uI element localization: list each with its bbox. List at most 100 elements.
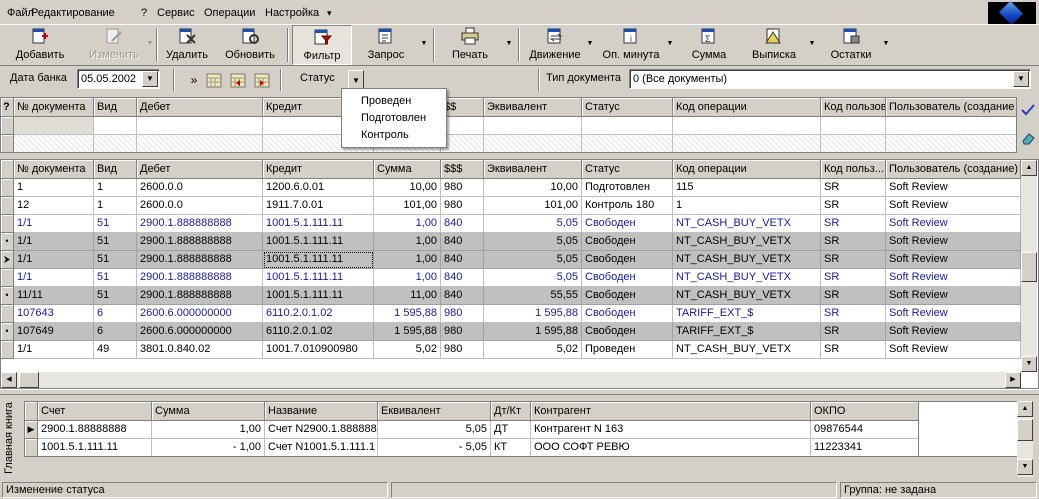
movement-button[interactable]: Движение xyxy=(524,25,586,65)
table-cell[interactable]: Свободен xyxy=(582,323,673,341)
table-cell[interactable]: 6 xyxy=(94,305,137,323)
table-cell[interactable]: Soft Review xyxy=(886,287,1021,305)
table-cell[interactable]: 1/1 xyxy=(14,341,94,359)
table-cell[interactable]: 1,00 xyxy=(374,269,441,287)
menu-file[interactable]: Файл xyxy=(7,6,34,20)
table-cell[interactable]: 980 xyxy=(441,197,484,215)
filter-cell[interactable] xyxy=(673,117,821,135)
table-cell[interactable]: NT_CASH_BUY_VETX xyxy=(673,251,821,269)
table-cell[interactable]: 2900.1.888888888 xyxy=(137,233,263,251)
row-indicator[interactable] xyxy=(1,305,14,323)
table-cell[interactable]: Soft Review xyxy=(886,179,1021,197)
menu-overflow-arrow[interactable]: ▾ xyxy=(327,6,332,20)
filter-grid-header[interactable]: № документа xyxy=(14,98,94,117)
doc-type-combo[interactable]: 0 (Все документы) ▼ xyxy=(629,69,1031,89)
hscroll-thumb[interactable] xyxy=(19,372,39,388)
ledger-cell[interactable]: 09876544 xyxy=(811,421,918,439)
table-cell[interactable]: NT_CASH_BUY_VETX xyxy=(673,341,821,359)
menu-help[interactable]: ? xyxy=(141,6,147,20)
table-cell[interactable]: Проведен xyxy=(582,341,673,359)
table-cell[interactable]: 55,55 xyxy=(484,287,582,305)
balances-button[interactable]: Остатки xyxy=(820,25,882,65)
print-button[interactable]: Печать xyxy=(440,25,500,65)
filter-cell[interactable] xyxy=(94,135,137,152)
table-cell[interactable]: 10,00 xyxy=(374,179,441,197)
ledger-grid-header[interactable]: Название xyxy=(265,402,378,421)
table-cell[interactable]: 1001.5.1.111.11 xyxy=(263,233,374,251)
menu-settings[interactable]: Настройка xyxy=(265,6,319,20)
ledger-vertical-scrollbar[interactable]: ▲ ▼ xyxy=(1017,401,1033,477)
table-cell[interactable]: 5,02 xyxy=(484,341,582,359)
menu-operations[interactable]: Операции xyxy=(204,6,255,20)
table-cell[interactable]: 1/1 xyxy=(14,215,94,233)
ledger-scroll-thumb[interactable] xyxy=(1017,419,1033,441)
table-cell[interactable]: NT_CASH_BUY_VETX xyxy=(673,269,821,287)
table-cell[interactable]: 2600.6.000000000 xyxy=(137,323,263,341)
documents-grid-header[interactable]: Кредит xyxy=(263,160,374,179)
filter-cell[interactable] xyxy=(137,117,263,135)
table-cell[interactable]: Soft Review xyxy=(886,269,1021,287)
calendar-next-icon[interactable] xyxy=(252,70,272,90)
filter-cell[interactable] xyxy=(441,135,484,152)
add-button[interactable]: Добавить xyxy=(8,25,72,65)
query-button[interactable]: Запрос xyxy=(356,25,416,65)
table-cell[interactable]: 840 xyxy=(441,287,484,305)
calendar-prev-icon[interactable] xyxy=(228,70,248,90)
table-cell[interactable]: SR xyxy=(821,179,886,197)
table-cell[interactable]: 1 595,88 xyxy=(484,305,582,323)
filter-cell[interactable] xyxy=(137,135,263,152)
filter-cell[interactable] xyxy=(582,135,673,152)
table-cell[interactable]: SR xyxy=(821,305,886,323)
table-cell[interactable]: 1 xyxy=(94,197,137,215)
table-cell[interactable]: 101,00 xyxy=(484,197,582,215)
row-indicator[interactable] xyxy=(1,197,14,215)
table-cell[interactable]: SR xyxy=(821,233,886,251)
print-dropdown-arrow[interactable]: ▼ xyxy=(505,39,513,49)
filter-cell[interactable] xyxy=(484,135,582,152)
table-cell[interactable]: 1001.5.1.111.11 xyxy=(263,269,374,287)
ledger-grid-header[interactable]: ОКПО xyxy=(811,402,918,421)
table-cell[interactable]: 51 xyxy=(94,269,137,287)
table-cell[interactable]: 1200.6.0.01 xyxy=(263,179,374,197)
ledger-grid-header[interactable]: Еквивалент xyxy=(378,402,491,421)
row-indicator[interactable]: • xyxy=(1,323,14,341)
table-cell[interactable]: 51 xyxy=(94,215,137,233)
expand-down-icon[interactable]: » xyxy=(184,71,204,91)
filter-grid-header[interactable]: Дебет xyxy=(137,98,263,117)
ledger-cell[interactable]: 1,00 xyxy=(152,421,265,439)
ledger-tab[interactable]: Главная книга xyxy=(0,398,18,478)
scroll-thumb[interactable] xyxy=(1021,252,1037,282)
table-cell[interactable]: 107649 xyxy=(14,323,94,341)
filter-cell[interactable] xyxy=(14,135,94,152)
table-cell[interactable]: 980 xyxy=(441,179,484,197)
ledger-row-indicator[interactable]: ▶ xyxy=(25,421,38,439)
table-cell[interactable]: 1911.7.0.01 xyxy=(263,197,374,215)
row-indicator[interactable] xyxy=(1,179,14,197)
table-cell[interactable]: 2900.1.888888888 xyxy=(137,251,263,269)
scroll-down-icon[interactable]: ▼ xyxy=(1021,356,1037,372)
table-cell[interactable]: 1 595,88 xyxy=(484,323,582,341)
table-cell[interactable]: 5,05 xyxy=(484,215,582,233)
table-cell[interactable]: SR xyxy=(821,251,886,269)
table-cell[interactable]: SR xyxy=(821,269,886,287)
table-cell[interactable]: NT_CASH_BUY_VETX xyxy=(673,215,821,233)
table-cell[interactable]: 12 xyxy=(14,197,94,215)
table-cell[interactable]: 10,00 xyxy=(484,179,582,197)
scroll-left-icon[interactable]: ◀ xyxy=(1,372,17,388)
doc-type-dropdown-icon[interactable]: ▼ xyxy=(1013,71,1029,87)
ledger-cell[interactable]: ООО СОФТ РЕВЮ xyxy=(531,439,811,456)
table-cell[interactable]: SR xyxy=(821,215,886,233)
documents-grid-header[interactable]: Дебет xyxy=(137,160,263,179)
table-cell[interactable]: TARIFF_EXT_$ xyxy=(673,323,821,341)
filter-grid-header[interactable]: Пользователь (создание xyxy=(886,98,1016,117)
table-cell[interactable]: 51 xyxy=(94,287,137,305)
ledger-cell[interactable]: - 1,00 xyxy=(152,439,265,456)
status-option-posted[interactable]: Проведен xyxy=(361,95,411,107)
table-cell[interactable]: 980 xyxy=(441,323,484,341)
panel-splitter[interactable] xyxy=(0,389,1039,395)
filter-grid-header[interactable]: Код операции xyxy=(673,98,821,117)
ledger-cell[interactable]: Счет N1001.5.1.111.1 xyxy=(265,439,378,456)
ledger-cell[interactable]: 2900.1.88888888 xyxy=(38,421,152,439)
table-cell[interactable]: 980 xyxy=(441,305,484,323)
table-cell[interactable]: Свободен xyxy=(582,287,673,305)
